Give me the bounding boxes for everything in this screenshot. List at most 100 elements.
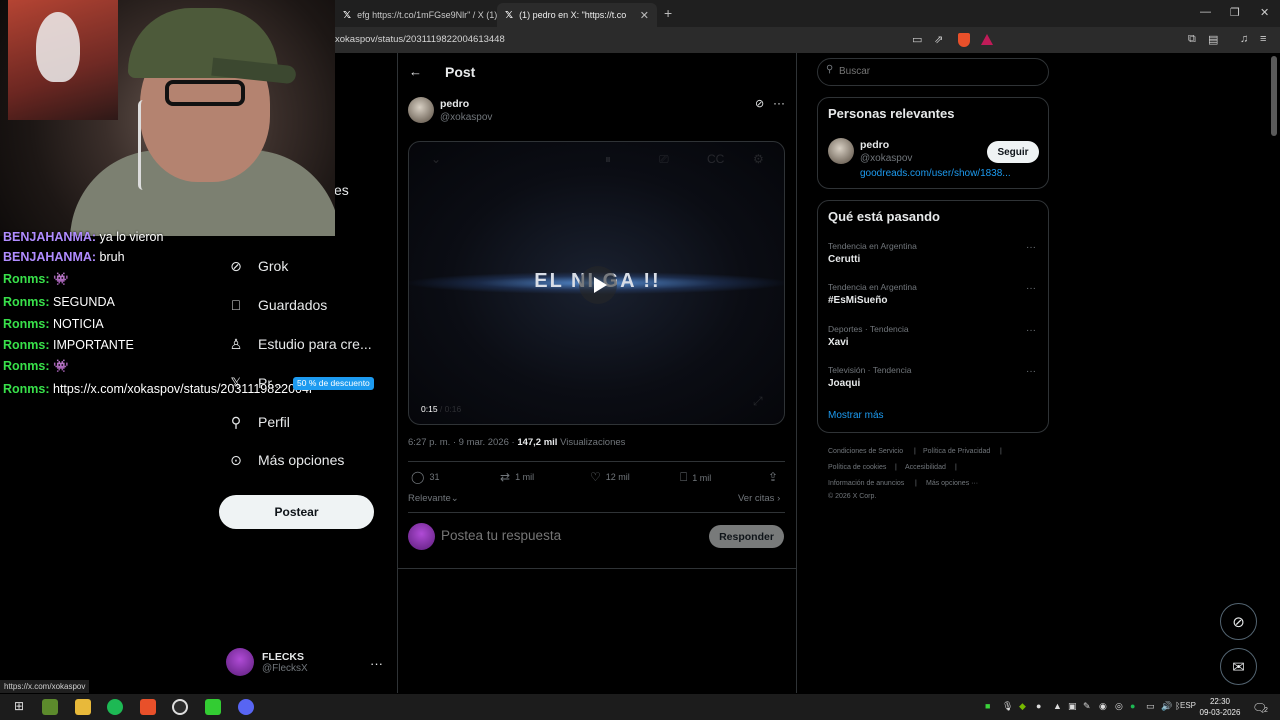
account-switcher[interactable]: FLECKS @FlecksX [226,648,308,676]
tray-kick-icon[interactable]: ■ [985,701,990,711]
browser-tab-active[interactable]: 𝕏 (1) pedro en X: "https://t.co/mO ✕ [497,3,657,27]
discord-icon[interactable] [238,699,254,715]
sidebar-item-profile[interactable]: ⚲ Perfil [228,414,290,431]
tray-steam-icon[interactable]: ◉ [1099,701,1107,712]
obs-icon[interactable] [172,699,188,715]
repost-action[interactable]: ⇄ 1 mil [500,470,534,484]
tray-nvidia-icon[interactable]: ◆ [1019,701,1026,712]
footer-link[interactable]: Información de anuncios [828,480,904,487]
start-icon[interactable]: ⊞ [14,699,24,713]
kick-icon[interactable] [205,699,221,715]
author-avatar[interactable] [408,97,434,123]
brave-browser-icon[interactable] [140,699,156,715]
tray-mic-icon[interactable]: 🎙 [1002,701,1013,712]
reply-icon: ◯ [411,470,425,484]
footer-separator: | [955,464,957,471]
sidebar-item-grok[interactable]: ⊘ Grok [228,258,288,275]
repost-icon: ⇄ [500,470,511,484]
sidebar-item-bookmarks[interactable]: ⎕ Guardados [228,297,327,314]
sort-dropdown[interactable]: Relevante⌄ [408,493,459,504]
avatar[interactable] [828,138,854,164]
settings-icon: ⚙ [753,152,764,166]
trend-name[interactable]: Cerutti [828,254,860,265]
tray-volume-icon[interactable]: 🔊 [1161,701,1172,712]
footer-link[interactable]: Política de cookies [828,464,886,471]
extensions-icon[interactable]: ⧉ [1188,33,1196,46]
spotify-icon[interactable] [107,699,123,715]
reply-action[interactable]: ◯ 31 [411,470,439,484]
grok-fab-button[interactable]: ⊘ [1220,603,1257,640]
footer-link[interactable]: Condiciones de Servicio [828,448,903,455]
trend-more-icon[interactable]: ··· [1026,325,1036,336]
nav-item-partial[interactable]: es [334,182,349,198]
restore-icon[interactable]: ❐ [1230,6,1240,19]
show-more-link[interactable]: Mostrar más [828,410,884,421]
like-action[interactable]: ♡ 12 mil [590,470,630,484]
menu-icon[interactable]: ≡ [1260,33,1266,45]
media-icon[interactable]: ♫ [1240,33,1248,45]
tray-app-icon[interactable]: ▲ [1053,701,1062,711]
tray-obs-icon[interactable]: ◎ [1115,701,1123,712]
brave-rewards-icon[interactable] [981,34,993,45]
trend-more-icon[interactable]: ··· [1026,242,1036,253]
trends-card [817,200,1049,433]
footer-link[interactable]: Accesibilidad [905,464,946,471]
share-action[interactable]: ⇪ [768,470,778,484]
play-button[interactable] [579,266,617,304]
tray-spotify-icon[interactable]: ● [1130,701,1135,711]
tray-network-icon[interactable]: ▭ [1146,701,1155,712]
share-icon[interactable]: ⇗ [934,33,943,46]
collapse-icon: ⌄ [431,152,442,166]
browser-tab[interactable]: 𝕏 efg https://t.co/1mFGse9Nlr" / X (1) [335,3,505,27]
back-arrow-icon[interactable]: ← [409,64,422,79]
minimize-icon[interactable]: — [1200,6,1211,18]
more-icon[interactable]: ··· [773,96,785,110]
trend-name[interactable]: #EsMiSueño [828,295,887,306]
taskbar-clock[interactable]: 22:30 09-03-2026 [1197,696,1243,718]
author-name[interactable]: pedro [440,98,469,110]
author-handle[interactable]: @xokaspov [440,112,492,123]
brave-shields-icon[interactable] [958,33,970,47]
url-field[interactable]: xokaspov/status/2031119822004613448 [335,34,505,45]
language-indicator[interactable]: ESP [1180,701,1196,710]
search-input[interactable] [839,66,1039,77]
captions-icon: CC [707,152,725,166]
reply-input[interactable] [441,528,691,543]
cast-icon[interactable]: ▭ [912,33,922,46]
tray-app-icon[interactable]: ✎ [1083,701,1091,712]
window-close-icon[interactable]: ✕ [1260,6,1269,19]
messages-fab-button[interactable]: ✉ [1220,648,1257,685]
post-timestamp[interactable]: 6:27 p. m. · 9 mar. 2026 · [408,437,517,448]
account-more-icon[interactable]: ··· [370,656,383,671]
video-player[interactable]: ⌄ ⏸ ⎚ CC ⚙ EL NI GA !! 0:15 / 0:16 ⤢ [408,141,785,425]
relevant-people-title: Personas relevantes [828,106,955,121]
tray-discord-icon[interactable]: ● [1036,701,1041,711]
trend-more-icon[interactable]: ··· [1026,366,1036,377]
view-quotes-link[interactable]: Ver citas › [738,493,780,504]
bookmark-action[interactable]: ⎕ 1 mil [680,470,711,485]
relevant-user-handle[interactable]: @xokaspov [860,153,912,164]
trend-more-icon[interactable]: ··· [1026,283,1036,294]
sidebar-item-more[interactable]: ⊙ Más opciones [228,452,344,469]
notification-count: 2 [1264,707,1268,714]
file-explorer-icon[interactable] [75,699,91,715]
minecraft-icon[interactable] [42,699,58,715]
reply-button[interactable]: Responder [709,525,784,548]
post-button[interactable]: Postear [219,495,374,529]
new-tab-icon[interactable]: + [664,5,672,21]
tray-app-icon[interactable]: ▣ [1068,701,1077,712]
grok-icon[interactable]: ⊘ [755,97,764,110]
close-tab-icon[interactable]: ✕ [640,9,649,22]
grok-icon: ⊘ [1232,613,1245,631]
relevant-user-name[interactable]: pedro [860,139,889,151]
follow-button[interactable]: Seguir [987,141,1039,163]
footer-link[interactable]: Más opciones ··· [926,480,978,487]
footer-link[interactable]: Política de Privacidad [923,448,990,455]
sidebar-icon[interactable]: ▤ [1208,33,1218,46]
trend-name[interactable]: Xavi [828,337,849,348]
sidebar-item-creator-studio[interactable]: ♙ Estudio para cre... [228,336,372,353]
relevant-user-link[interactable]: goodreads.com/user/show/1838... [860,168,1011,179]
trend-name[interactable]: Joaqui [828,378,860,389]
discount-badge: 50 % de descuento [293,377,374,390]
scrollbar[interactable] [1271,56,1277,136]
